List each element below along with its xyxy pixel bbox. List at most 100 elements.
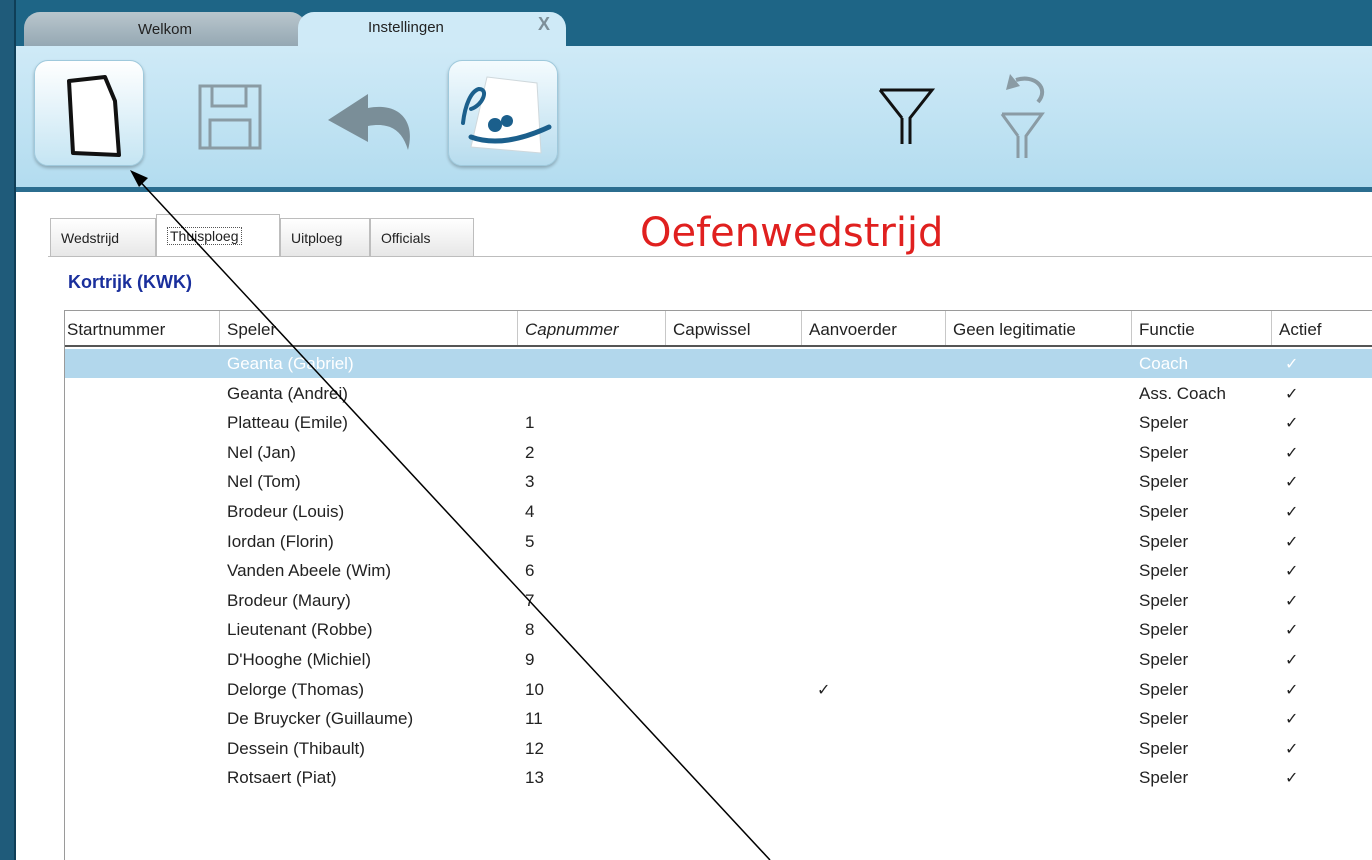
close-icon[interactable]: X	[538, 14, 550, 35]
cell-capnummer: 4	[525, 502, 535, 521]
cell-capnummer: 11	[525, 709, 543, 729]
cell-speler: D'Hooghe (Michiel)	[227, 650, 372, 669]
team-button[interactable]	[448, 60, 558, 166]
column-header-functie[interactable]: Functie	[1139, 320, 1195, 340]
cell-aanvoerder: ✓	[817, 679, 831, 699]
cell-functie: Speler	[1139, 650, 1189, 669]
cell-actief: ✓	[1285, 650, 1299, 669]
subtab-officials[interactable]: Officials	[370, 218, 474, 256]
player-table[interactable]: Startnummer Speler Capnummer Capwissel Aanvo…	[64, 310, 1372, 860]
column-separator[interactable]	[219, 311, 220, 345]
cell-functie: Speler	[1139, 472, 1189, 492]
table-row[interactable]: Geanta (Andrei) Ass. Coach ✓	[65, 379, 1372, 408]
new-document-button[interactable]	[34, 60, 144, 166]
column-header-speler[interactable]: Speler	[227, 320, 276, 340]
table-header: Startnummer Speler Capnummer Capwissel Aanvo…	[65, 311, 1372, 347]
tab-instellingen-label: Instellingen	[368, 19, 444, 36]
funnel-reset-icon	[1000, 74, 1045, 158]
save-button[interactable]	[188, 60, 298, 166]
column-separator[interactable]	[1271, 311, 1272, 345]
cell-actief: ✓	[1285, 561, 1299, 581]
cell-functie: Speler	[1139, 442, 1189, 462]
tab-welkom[interactable]: Welkom	[24, 12, 306, 46]
subtab-wedstrijd[interactable]: Wedstrijd	[50, 218, 156, 256]
cell-capnummer: 9	[525, 650, 535, 669]
cell-actief: ✓	[1285, 590, 1299, 610]
column-separator[interactable]	[801, 311, 802, 345]
table-row[interactable]: Iordan (Florin) 5 Speler ✓	[65, 527, 1372, 556]
column-header-actief[interactable]: Actief	[1279, 320, 1322, 340]
match-title: Oefenwedstrijd	[640, 210, 944, 256]
floppy-disk-icon	[198, 84, 262, 150]
team-swimmer-icon	[461, 76, 552, 154]
subtab-thuisploeg[interactable]: Thuisploeg	[156, 214, 280, 256]
cell-functie: Ass. Coach	[1139, 383, 1226, 403]
table-row[interactable]: De Bruycker (Guillaume) 11 Speler ✓	[65, 704, 1372, 733]
cell-actief: ✓	[1285, 620, 1299, 640]
cell-functie: Speler	[1139, 413, 1189, 433]
cell-actief: ✓	[1285, 502, 1299, 521]
tab-instellingen[interactable]: Instellingen X	[298, 12, 566, 46]
cell-functie: Speler	[1139, 561, 1189, 581]
sub-tab-divider	[48, 256, 1372, 257]
cell-speler: De Bruycker (Guillaume)	[227, 709, 414, 729]
cell-functie: Speler	[1139, 709, 1189, 729]
cell-speler: Iordan (Florin)	[227, 531, 334, 551]
cell-speler: Lieutenant (Robbe)	[227, 620, 373, 640]
table-row[interactable]: Geanta (Gabriel) Coach ✓	[65, 349, 1372, 378]
table-row[interactable]: Brodeur (Maury) 7 Speler ✓	[65, 586, 1372, 615]
undo-button[interactable]	[318, 60, 428, 166]
cell-actief: ✓	[1285, 709, 1299, 729]
cell-capnummer: 12	[525, 738, 544, 758]
column-header-geen-legitimatie[interactable]: Geen legitimatie	[953, 320, 1076, 340]
column-header-startnummer[interactable]: Startnummer	[67, 320, 165, 340]
cell-capnummer: 6	[525, 561, 535, 581]
column-header-aanvoerder[interactable]: Aanvoerder	[809, 320, 897, 340]
column-header-capwissel[interactable]: Capwissel	[673, 320, 750, 340]
cell-capnummer: 2	[525, 442, 535, 462]
table-row[interactable]: Brodeur (Louis) 4 Speler ✓	[65, 497, 1372, 526]
table-row[interactable]: Lieutenant (Robbe) 8 Speler ✓	[65, 615, 1372, 644]
column-separator[interactable]	[945, 311, 946, 345]
cell-functie: Coach	[1139, 354, 1189, 373]
table-row[interactable]: Rotsaert (Piat) 13 Speler ✓	[65, 763, 1372, 792]
cell-functie: Speler	[1139, 590, 1189, 610]
cell-capnummer: 8	[525, 620, 535, 640]
toolbar	[16, 46, 1372, 192]
column-separator[interactable]	[517, 311, 518, 345]
cell-capnummer: 1	[525, 413, 535, 433]
subtab-officials-label: Officials	[381, 229, 431, 246]
cell-actief: ✓	[1285, 738, 1299, 758]
filter-button[interactable]	[866, 60, 976, 166]
table-row[interactable]: Delorge (Thomas) 10 ✓ Speler ✓	[65, 675, 1372, 704]
cell-speler: Geanta (Andrei)	[227, 383, 348, 403]
column-separator[interactable]	[1131, 311, 1132, 345]
cell-actief: ✓	[1285, 383, 1299, 403]
table-row[interactable]: Vanden Abeele (Wim) 6 Speler ✓	[65, 556, 1372, 585]
cell-functie: Speler	[1139, 502, 1189, 521]
cell-actief: ✓	[1285, 413, 1299, 433]
table-row[interactable]: Dessein (Thibault) 12 Speler ✓	[65, 734, 1372, 763]
table-row[interactable]: Nel (Jan) 2 Speler ✓	[65, 438, 1372, 467]
cell-actief: ✓	[1285, 442, 1299, 462]
cell-capnummer: 10	[525, 679, 544, 699]
table-row[interactable]: D'Hooghe (Michiel) 9 Speler ✓	[65, 645, 1372, 674]
subtab-wedstrijd-label: Wedstrijd	[61, 229, 120, 246]
funnel-icon	[878, 88, 936, 144]
column-header-capnummer[interactable]: Capnummer	[525, 320, 619, 340]
cell-speler: Geanta (Gabriel)	[227, 354, 354, 373]
cell-speler: Platteau (Emile)	[227, 413, 348, 433]
cell-speler: Nel (Jan)	[227, 442, 296, 462]
subtab-thuisploeg-label: Thuisploeg	[167, 226, 242, 245]
table-row[interactable]: Nel (Tom) 3 Speler ✓	[65, 467, 1372, 496]
filter-reset-button[interactable]	[976, 60, 1086, 166]
cell-actief: ✓	[1285, 472, 1299, 492]
cell-capnummer: 3	[525, 472, 535, 492]
cell-speler: Rotsaert (Piat)	[227, 768, 337, 788]
cell-actief: ✓	[1285, 531, 1299, 551]
column-separator[interactable]	[665, 311, 666, 345]
subtab-uitploeg[interactable]: Uitploeg	[280, 218, 370, 256]
table-row[interactable]: Platteau (Emile) 1 Speler ✓	[65, 408, 1372, 437]
tab-welkom-label: Welkom	[138, 20, 192, 38]
cell-speler: Delorge (Thomas)	[227, 679, 364, 699]
